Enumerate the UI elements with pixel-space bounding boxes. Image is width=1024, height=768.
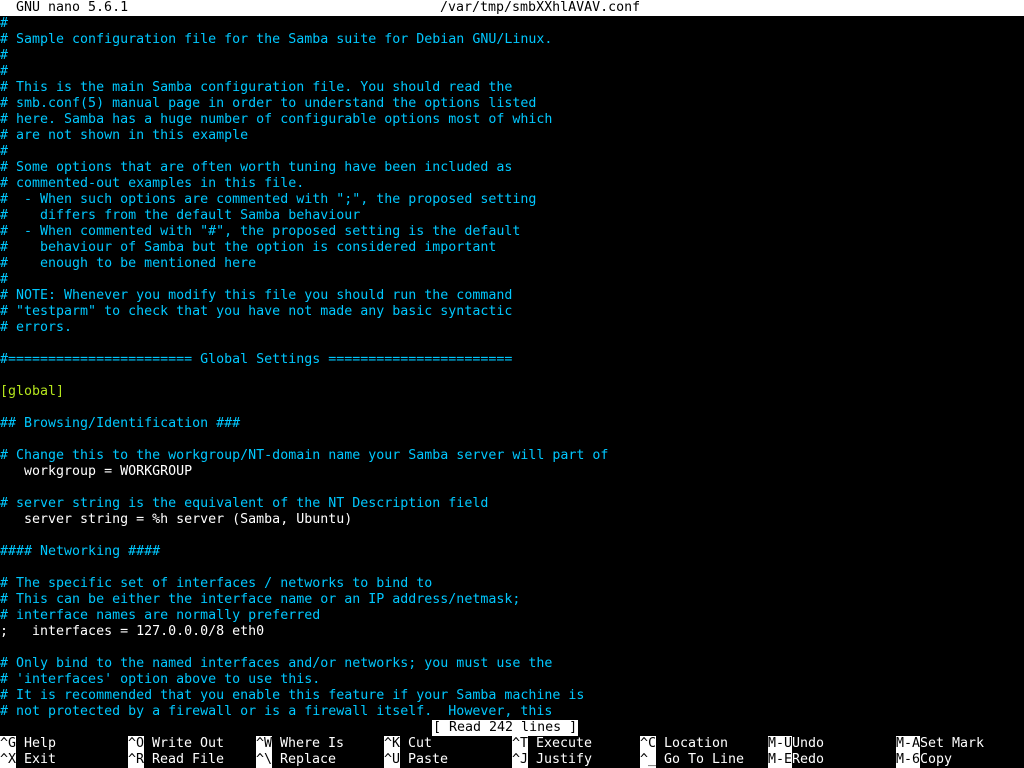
shortcut-label: Copy xyxy=(920,752,953,767)
shortcut-paste[interactable]: ^U Paste xyxy=(384,752,448,768)
editor-line[interactable]: # - When commented with "#", the propose… xyxy=(0,224,1024,240)
editor-buffer[interactable]: # # Sample configuration file for the Sam… xyxy=(0,16,1024,720)
file-name: /var/tmp/smbXXhlAVAV.conf xyxy=(440,0,641,15)
shortcut-justify[interactable]: ^J Justify xyxy=(512,752,592,768)
shortcut-replace[interactable]: ^\ Replace xyxy=(256,752,336,768)
shortcut-help[interactable]: ^G Help xyxy=(0,736,56,752)
shortcut-key: M-6 xyxy=(896,752,921,768)
shortcut-label: Go To Line xyxy=(664,752,745,767)
editor-line[interactable]: # Only bind to the named interfaces and/… xyxy=(0,656,1024,672)
editor-line[interactable]: #======================= Global Settings… xyxy=(0,352,1024,368)
shortcut-undo[interactable]: M-UUndo xyxy=(768,736,824,752)
shortcut-key: ^X xyxy=(0,752,17,768)
editor-line[interactable]: # This can be either the interface name … xyxy=(0,592,1024,608)
status-message: [ Read 242 lines ] xyxy=(432,720,579,736)
editor-line[interactable]: ; interfaces = 127.0.0.0/8 eth0 xyxy=(0,624,1024,640)
shortcut-go-to-line[interactable]: ^_ Go To Line xyxy=(640,752,744,768)
editor-line[interactable]: # behaviour of Samba but the option is c… xyxy=(0,240,1024,256)
shortcut-label: Execute xyxy=(536,736,593,751)
editor-line[interactable]: # xyxy=(0,64,1024,80)
shortcut-write-out[interactable]: ^O Write Out xyxy=(128,736,224,752)
shortcut-label: Help xyxy=(24,736,57,751)
shortcut-key: ^W xyxy=(256,736,273,752)
shortcut-label: Read File xyxy=(152,752,225,767)
shortcut-key: ^T xyxy=(512,736,529,752)
editor-line[interactable]: # xyxy=(0,272,1024,288)
editor-line[interactable] xyxy=(0,528,1024,544)
shortcut-key: ^\ xyxy=(256,752,273,768)
shortcut-label: Redo xyxy=(792,752,825,767)
editor-line[interactable] xyxy=(0,480,1024,496)
editor-line[interactable]: # enough to be mentioned here xyxy=(0,256,1024,272)
shortcut-where-is[interactable]: ^W Where Is xyxy=(256,736,344,752)
editor-line[interactable]: # here. Samba has a huge number of confi… xyxy=(0,112,1024,128)
shortcut-label: Cut xyxy=(408,736,433,751)
editor-line[interactable]: # Change this to the workgroup/NT-domain… xyxy=(0,448,1024,464)
shortcut-label: Exit xyxy=(24,752,57,767)
shortcut-key: ^C xyxy=(640,736,657,752)
shortcut-label: Replace xyxy=(280,752,337,767)
editor-line[interactable]: # commented-out examples in this file. xyxy=(0,176,1024,192)
editor-line[interactable]: ## Browsing/Identification ### xyxy=(0,416,1024,432)
shortcut-bar: ^G Help ^O Write Out ^W Where Is ^K Cut ^T Execut… xyxy=(0,736,1024,768)
shortcut-key: ^_ xyxy=(640,752,657,768)
editor-line[interactable]: # differs from the default Samba behavio… xyxy=(0,208,1024,224)
editor-line[interactable]: [global] xyxy=(0,384,1024,400)
shortcut-key: M-E xyxy=(768,752,793,768)
shortcut-label: Set Mark xyxy=(920,736,985,751)
editor-line[interactable]: # not protected by a firewall or is a fi… xyxy=(0,704,1024,720)
shortcut-label: Paste xyxy=(408,752,449,767)
shortcut-label: Where Is xyxy=(280,736,345,751)
editor-line[interactable]: # This is the main Samba configuration f… xyxy=(0,80,1024,96)
shortcut-key: M-A xyxy=(896,736,921,752)
shortcut-key: ^U xyxy=(384,752,401,768)
status-bar: [ Read 242 lines ] xyxy=(0,720,1024,736)
shortcut-label: Justify xyxy=(536,752,593,767)
shortcut-redo[interactable]: M-ERedo xyxy=(768,752,824,768)
shortcut-location[interactable]: ^C Location xyxy=(640,736,728,752)
editor-line[interactable]: server string = %h server (Samba, Ubuntu… xyxy=(0,512,1024,528)
shortcut-read-file[interactable]: ^R Read File xyxy=(128,752,224,768)
app-name: GNU nano 5.6.1 xyxy=(16,0,129,15)
editor-line[interactable]: # are not shown in this example xyxy=(0,128,1024,144)
title-bar: GNU nano 5.6.1 /var/tmp/smbXXhlAVAV.conf xyxy=(0,0,1024,16)
shortcut-key: ^K xyxy=(384,736,401,752)
shortcut-execute[interactable]: ^T Execute xyxy=(512,736,592,752)
editor-line[interactable]: # - When such options are commented with… xyxy=(0,192,1024,208)
shortcut-copy[interactable]: M-6Copy xyxy=(896,752,952,768)
editor-line[interactable]: # server string is the equivalent of the… xyxy=(0,496,1024,512)
editor-line[interactable] xyxy=(0,368,1024,384)
shortcut-label: Write Out xyxy=(152,736,225,751)
editor-line[interactable]: # Sample configuration file for the Samb… xyxy=(0,32,1024,48)
editor-line[interactable]: # xyxy=(0,48,1024,64)
shortcut-key: M-U xyxy=(768,736,793,752)
shortcut-exit[interactable]: ^X Exit xyxy=(0,752,56,768)
shortcut-set-mark[interactable]: M-ASet Mark xyxy=(896,736,984,752)
editor-line[interactable]: # errors. xyxy=(0,320,1024,336)
shortcut-key: ^G xyxy=(0,736,17,752)
editor-line[interactable] xyxy=(0,336,1024,352)
editor-line[interactable]: # The specific set of interfaces / netwo… xyxy=(0,576,1024,592)
shortcut-key: ^O xyxy=(128,736,145,752)
editor-line[interactable]: # 'interfaces' option above to use this. xyxy=(0,672,1024,688)
shortcut-key: ^R xyxy=(128,752,145,768)
editor-line[interactable]: # "testparm" to check that you have not … xyxy=(0,304,1024,320)
editor-line[interactable]: # xyxy=(0,144,1024,160)
shortcut-cut[interactable]: ^K Cut xyxy=(384,736,432,752)
editor-line[interactable]: # xyxy=(0,16,1024,32)
editor-line[interactable]: # It is recommended that you enable this… xyxy=(0,688,1024,704)
shortcut-label: Location xyxy=(664,736,729,751)
editor-line[interactable] xyxy=(0,560,1024,576)
editor-line[interactable] xyxy=(0,432,1024,448)
editor-line[interactable] xyxy=(0,640,1024,656)
editor-line[interactable]: # NOTE: Whenever you modify this file yo… xyxy=(0,288,1024,304)
editor-line[interactable]: # smb.conf(5) manual page in order to un… xyxy=(0,96,1024,112)
editor-line[interactable]: # Some options that are often worth tuni… xyxy=(0,160,1024,176)
shortcut-key: ^J xyxy=(512,752,529,768)
editor-line[interactable]: # interface names are normally preferred xyxy=(0,608,1024,624)
editor-line[interactable] xyxy=(0,400,1024,416)
editor-line[interactable]: #### Networking #### xyxy=(0,544,1024,560)
editor-line[interactable]: workgroup = WORKGROUP xyxy=(0,464,1024,480)
shortcut-label: Undo xyxy=(792,736,825,751)
